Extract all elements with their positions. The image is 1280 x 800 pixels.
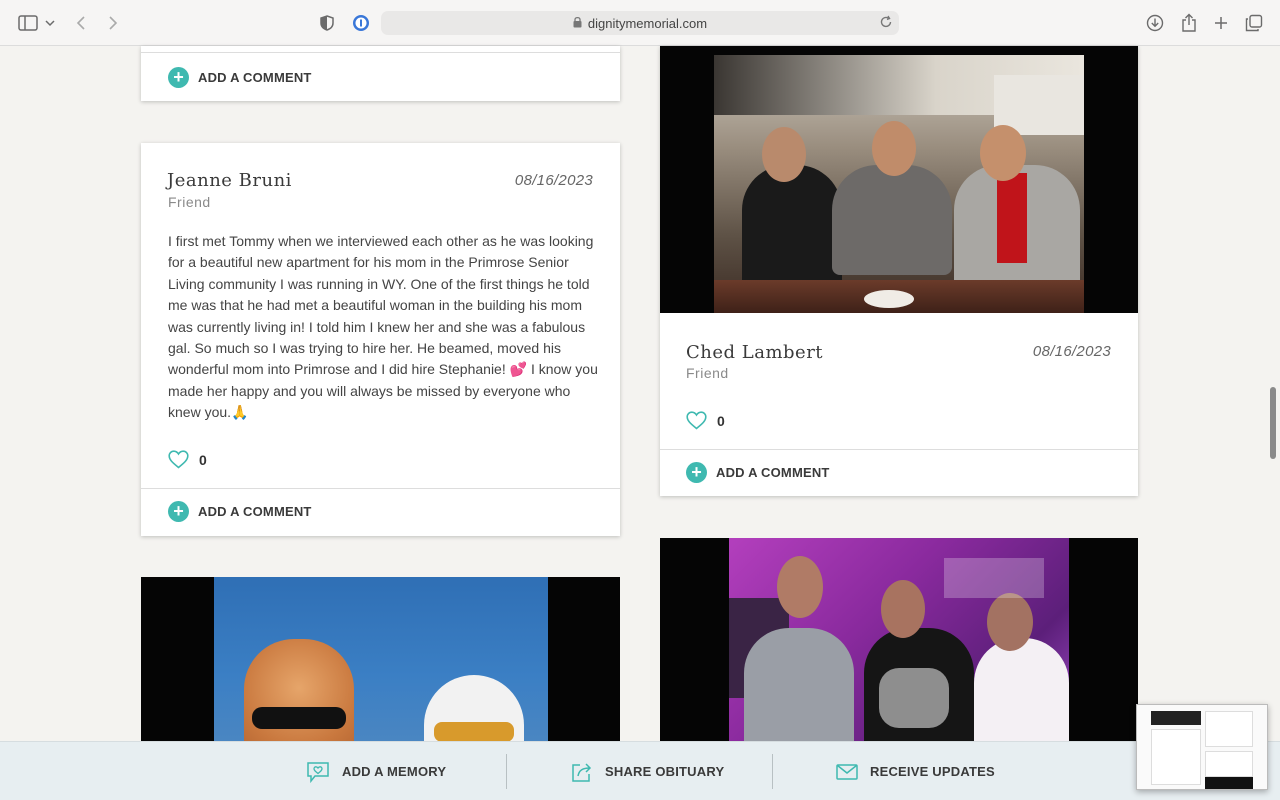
memory-photo-frame bbox=[660, 46, 1138, 313]
like-count: 0 bbox=[717, 412, 725, 429]
author-relation: Friend bbox=[686, 365, 729, 381]
divider bbox=[141, 488, 620, 489]
divider bbox=[506, 754, 507, 789]
page-thumbnail-preview[interactable] bbox=[1136, 704, 1268, 790]
chat-heart-icon bbox=[307, 761, 329, 783]
receive-updates-label: RECEIVE UPDATES bbox=[870, 764, 995, 779]
memory-card-jeanne-bruni: Jeanne Bruni Friend 08/16/2023 I first m… bbox=[141, 143, 620, 536]
memory-date: 08/16/2023 bbox=[514, 172, 593, 189]
add-comment-button[interactable]: + ADD A COMMENT bbox=[168, 501, 312, 522]
share-icon[interactable] bbox=[1179, 12, 1199, 34]
divider bbox=[772, 754, 773, 789]
password-manager-icon[interactable] bbox=[351, 13, 371, 33]
memory-photo[interactable] bbox=[714, 55, 1084, 313]
plus-icon: + bbox=[168, 67, 189, 88]
like-count: 0 bbox=[199, 451, 207, 468]
add-comment-label: ADD A COMMENT bbox=[198, 70, 312, 85]
add-comment-button[interactable]: + ADD A COMMENT bbox=[686, 462, 830, 483]
sidebar-icon[interactable] bbox=[17, 13, 39, 33]
author-name: Jeanne Bruni bbox=[167, 170, 292, 191]
like-button[interactable]: 0 bbox=[168, 450, 207, 469]
add-comment-label: ADD A COMMENT bbox=[716, 465, 830, 480]
share-arrow-icon bbox=[572, 762, 592, 782]
memory-photo[interactable] bbox=[729, 538, 1069, 742]
shield-icon[interactable] bbox=[318, 13, 336, 33]
scrollbar-thumb[interactable] bbox=[1270, 387, 1276, 459]
divider bbox=[660, 449, 1138, 450]
divider bbox=[141, 52, 620, 53]
add-memory-label: ADD A MEMORY bbox=[342, 764, 447, 779]
author-relation: Friend bbox=[168, 194, 211, 210]
memory-card-partial: + ADD A COMMENT bbox=[141, 46, 620, 101]
envelope-icon bbox=[836, 763, 858, 780]
add-memory-button[interactable]: ADD A MEMORY bbox=[306, 742, 446, 800]
address-bar[interactable]: dignitymemorial.com bbox=[381, 11, 899, 35]
downloads-icon[interactable] bbox=[1145, 13, 1165, 33]
chevron-down-icon[interactable] bbox=[44, 16, 56, 30]
memory-photo[interactable] bbox=[214, 577, 548, 742]
url-text: dignitymemorial.com bbox=[587, 15, 708, 31]
back-icon[interactable] bbox=[72, 13, 90, 33]
heart-icon bbox=[686, 411, 707, 430]
memory-photo-frame bbox=[660, 538, 1138, 742]
reload-icon[interactable] bbox=[879, 15, 893, 32]
like-button[interactable]: 0 bbox=[686, 411, 725, 430]
author-name: Ched Lambert bbox=[686, 342, 824, 363]
heart-icon bbox=[168, 450, 189, 469]
receive-updates-button[interactable]: RECEIVE UPDATES bbox=[836, 742, 995, 800]
forward-icon[interactable] bbox=[104, 13, 122, 33]
tab-overview-icon[interactable] bbox=[1244, 13, 1264, 33]
plus-icon: + bbox=[686, 462, 707, 483]
plus-icon: + bbox=[168, 501, 189, 522]
action-bar: ADD A MEMORY SHARE OBITUARY RECEIVE UPDA… bbox=[0, 741, 1280, 800]
add-comment-button[interactable]: + ADD A COMMENT bbox=[168, 67, 312, 88]
add-comment-label: ADD A COMMENT bbox=[198, 504, 312, 519]
memory-photo-frame bbox=[141, 577, 620, 742]
browser-toolbar: dignitymemorial.com bbox=[0, 0, 1280, 46]
memory-text: I first met Tommy when we interviewed ea… bbox=[168, 233, 598, 421]
lock-icon bbox=[573, 16, 582, 31]
share-obituary-label: SHARE OBITUARY bbox=[605, 764, 725, 779]
memory-date: 08/16/2023 bbox=[1032, 343, 1111, 360]
share-obituary-button[interactable]: SHARE OBITUARY bbox=[571, 742, 724, 800]
memory-card-ched-lambert: Ched Lambert Friend 08/16/2023 0 + ADD A… bbox=[660, 46, 1138, 496]
new-tab-icon[interactable] bbox=[1211, 13, 1231, 33]
